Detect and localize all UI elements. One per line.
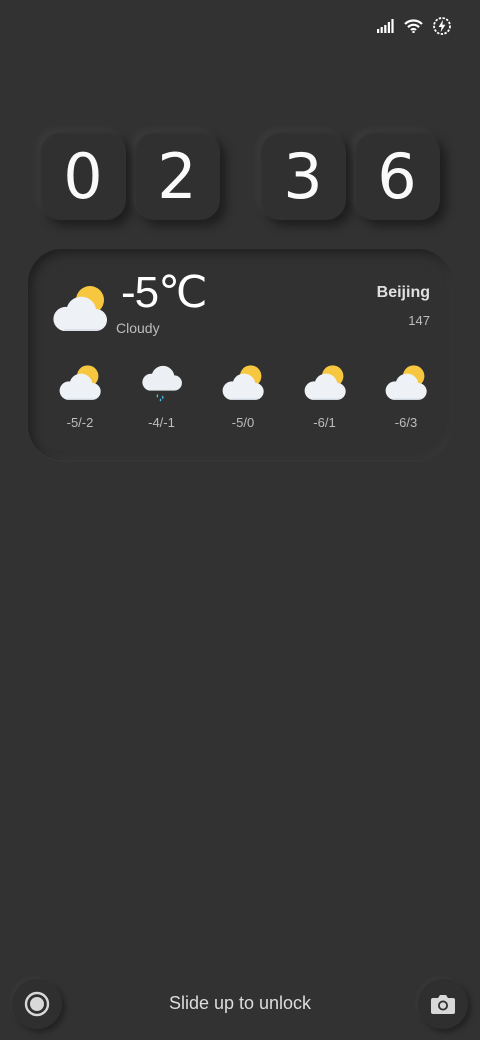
wifi-icon <box>404 19 423 33</box>
forecast-day: -5/0 <box>203 363 283 430</box>
forecast-range: -5/0 <box>231 415 255 430</box>
partly-cloudy-icon <box>220 363 266 403</box>
city-name: Beijing <box>376 284 430 301</box>
forecast-range: -6/1 <box>313 415 336 430</box>
clock: 0 2 3 6 <box>40 132 440 222</box>
forecast-day: -4/-1 <box>122 363 202 430</box>
forecast-range: -4/-1 <box>148 415 175 430</box>
forecast-day: -5/-2 <box>40 363 120 430</box>
current-temperature: -5℃ <box>121 268 208 317</box>
clock-minute-ones: 6 <box>354 132 440 220</box>
lock-screen: 0 2 3 6 -5℃ Cloudy Beijing 147 -5/-2 -4/… <box>0 0 480 1040</box>
camera-button[interactable] <box>418 979 468 1029</box>
forecast-range: -5/-2 <box>66 415 94 430</box>
status-bar <box>377 16 452 36</box>
air-quality-index: 147 <box>408 313 430 328</box>
clock-hour-tens: 0 <box>40 132 126 220</box>
partly-cloudy-icon <box>302 363 348 403</box>
unlock-hint: Slide up to unlock <box>168 993 312 1013</box>
partly-cloudy-icon <box>50 283 110 335</box>
partly-cloudy-icon <box>383 363 429 403</box>
rain-cloud-icon <box>139 363 185 403</box>
signal-icon <box>377 19 395 33</box>
battery-charging-icon <box>432 16 452 36</box>
clock-minute-tens: 3 <box>260 132 346 220</box>
clock-hour-ones: 2 <box>134 132 220 220</box>
weather-widget[interactable]: -5℃ Cloudy Beijing 147 -5/-2 -4/-1 -5/0 … <box>28 249 452 460</box>
forecast-range: -6/3 <box>394 415 418 430</box>
partly-cloudy-icon <box>57 363 103 403</box>
current-condition: Cloudy <box>116 320 160 336</box>
forecast-day: -6/1 <box>285 363 365 430</box>
camera-icon <box>431 995 455 1014</box>
forecast-day: -6/3 <box>366 363 446 430</box>
forecast-row: -5/-2 -4/-1 -5/0 -6/1 -6/3 <box>40 363 446 430</box>
